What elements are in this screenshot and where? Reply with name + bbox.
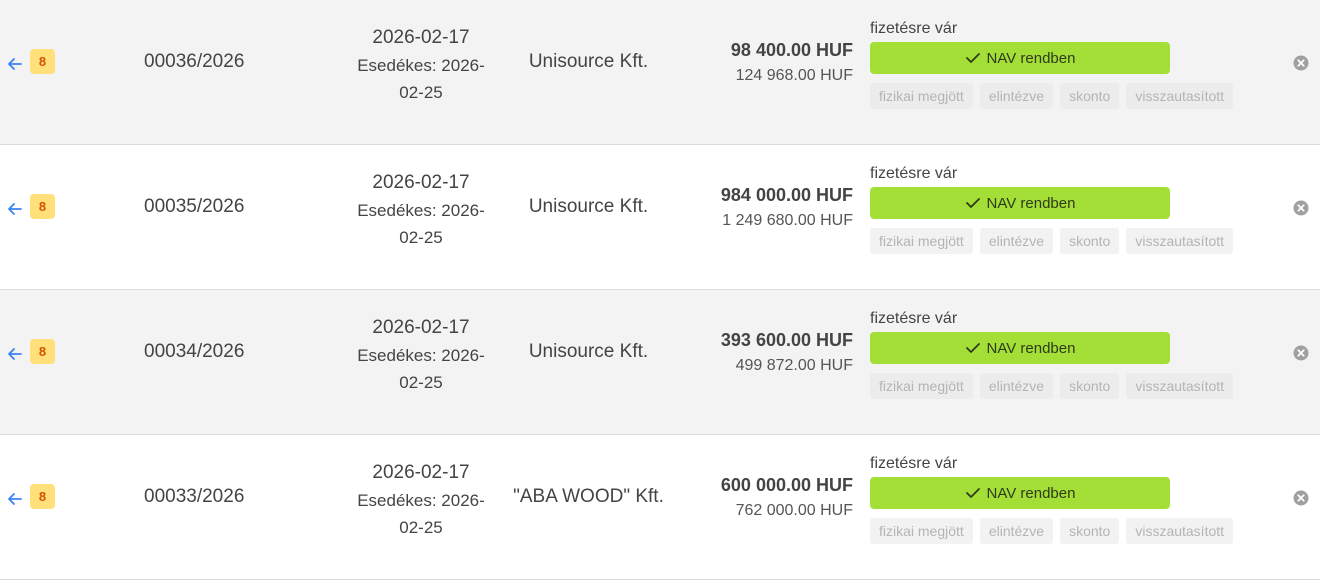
arrow-left-icon[interactable]	[6, 200, 24, 218]
chip-skonto[interactable]: skonto	[1060, 228, 1120, 254]
nav-status-label: NAV rendben	[986, 339, 1076, 357]
partner-name: "ABA WOOD" Kft.	[513, 486, 664, 507]
status-area: fizetésre vár NAV rendben fizikai megjöt…	[870, 163, 1270, 254]
count-badge: 8	[30, 194, 55, 219]
count-badge: 8	[30, 49, 55, 74]
invoice-row: 8 00034/2026 2026-02-17 Esedékes: 2026-0…	[0, 290, 1320, 435]
amounts: 393 600.00 HUF 499 872.00 HUF	[721, 328, 853, 378]
check-icon	[965, 53, 980, 63]
invoice-number: 00035/2026	[144, 196, 245, 217]
partner-name: Unisource Kft.	[528, 196, 649, 217]
net-amount: 98 400.00 HUF	[730, 40, 853, 60]
nav-status-label: NAV rendben	[986, 49, 1076, 67]
net-amount: 393 600.00 HUF	[720, 330, 853, 350]
amounts: 98 400.00 HUF 124 968.00 HUF	[731, 38, 853, 88]
tag-chips: fizikai megjött elintézve skonto visszau…	[870, 83, 1270, 109]
due-date: Esedékes: 2026-02-25	[357, 201, 485, 247]
invoice-list: 8 00036/2026 2026-02-17 Esedékes: 2026-0…	[0, 0, 1320, 580]
due-date: Esedékes: 2026-02-25	[357, 346, 485, 392]
close-circle-icon[interactable]	[1293, 55, 1309, 71]
invoice-dates: 2026-02-17 Esedékes: 2026-02-25	[350, 461, 492, 541]
count-badge: 8	[30, 484, 55, 509]
check-icon	[965, 198, 980, 208]
amounts: 984 000.00 HUF 1 249 680.00 HUF	[721, 183, 853, 233]
status-area: fizetésre vár NAV rendben fizikai megjöt…	[870, 308, 1270, 399]
count-badge: 8	[30, 339, 55, 364]
close-circle-icon[interactable]	[1293, 490, 1309, 506]
arrow-left-icon[interactable]	[6, 55, 24, 73]
chip-physical-arrived[interactable]: fizikai megjött	[870, 228, 973, 254]
partner-name: Unisource Kft.	[528, 341, 649, 362]
net-amount: 600 000.00 HUF	[720, 475, 853, 495]
issue-date: 2026-02-17	[372, 172, 470, 193]
chip-rejected[interactable]: visszautasított	[1126, 83, 1234, 109]
payment-status: fizetésre vár	[870, 310, 958, 327]
issue-date: 2026-02-17	[372, 462, 470, 483]
tag-chips: fizikai megjött elintézve skonto visszau…	[870, 373, 1270, 399]
invoice-row: 8 00033/2026 2026-02-17 Esedékes: 2026-0…	[0, 435, 1320, 580]
issue-date: 2026-02-17	[372, 317, 470, 338]
status-area: fizetésre vár NAV rendben fizikai megjöt…	[870, 453, 1270, 544]
chip-rejected[interactable]: visszautasított	[1126, 228, 1234, 254]
invoice-number: 00033/2026	[144, 486, 245, 507]
chip-physical-arrived[interactable]: fizikai megjött	[870, 373, 973, 399]
invoice-number: 00036/2026	[144, 51, 245, 72]
check-icon	[965, 488, 980, 498]
chip-physical-arrived[interactable]: fizikai megjött	[870, 83, 973, 109]
tag-chips: fizikai megjött elintézve skonto visszau…	[870, 518, 1270, 544]
nav-status-button[interactable]: NAV rendben	[870, 187, 1170, 219]
tag-chips: fizikai megjött elintézve skonto visszau…	[870, 228, 1270, 254]
close-circle-icon[interactable]	[1293, 200, 1309, 216]
gross-amount: 124 968.00 HUF	[735, 67, 853, 84]
invoice-dates: 2026-02-17 Esedékes: 2026-02-25	[350, 171, 492, 251]
invoice-row: 8 00036/2026 2026-02-17 Esedékes: 2026-0…	[0, 0, 1320, 145]
chip-done[interactable]: elintézve	[979, 373, 1054, 399]
nav-status-button[interactable]: NAV rendben	[870, 477, 1170, 509]
invoice-number: 00034/2026	[144, 341, 245, 362]
invoice-dates: 2026-02-17 Esedékes: 2026-02-25	[350, 26, 492, 106]
issue-date: 2026-02-17	[372, 27, 470, 48]
due-date: Esedékes: 2026-02-25	[357, 491, 485, 537]
status-area: fizetésre vár NAV rendben fizikai megjöt…	[870, 18, 1270, 109]
nav-status-label: NAV rendben	[986, 484, 1076, 502]
invoice-dates: 2026-02-17 Esedékes: 2026-02-25	[350, 316, 492, 396]
chip-rejected[interactable]: visszautasított	[1126, 518, 1234, 544]
chip-done[interactable]: elintézve	[979, 228, 1054, 254]
due-date: Esedékes: 2026-02-25	[357, 56, 485, 102]
chip-done[interactable]: elintézve	[979, 518, 1054, 544]
gross-amount: 1 249 680.00 HUF	[722, 212, 853, 229]
arrow-left-icon[interactable]	[6, 490, 24, 508]
chip-done[interactable]: elintézve	[979, 83, 1054, 109]
chip-skonto[interactable]: skonto	[1060, 518, 1120, 544]
invoice-row: 8 00035/2026 2026-02-17 Esedékes: 2026-0…	[0, 145, 1320, 290]
net-amount: 984 000.00 HUF	[720, 185, 853, 205]
chip-physical-arrived[interactable]: fizikai megjött	[870, 518, 973, 544]
nav-status-button[interactable]: NAV rendben	[870, 332, 1170, 364]
close-circle-icon[interactable]	[1293, 345, 1309, 361]
gross-amount: 762 000.00 HUF	[735, 502, 853, 519]
gross-amount: 499 872.00 HUF	[735, 357, 853, 374]
nav-status-button[interactable]: NAV rendben	[870, 42, 1170, 74]
nav-status-label: NAV rendben	[986, 194, 1076, 212]
arrow-left-icon[interactable]	[6, 345, 24, 363]
check-icon	[965, 343, 980, 353]
payment-status: fizetésre vár	[870, 165, 958, 182]
chip-rejected[interactable]: visszautasított	[1126, 373, 1234, 399]
payment-status: fizetésre vár	[870, 20, 958, 37]
chip-skonto[interactable]: skonto	[1060, 373, 1120, 399]
partner-name: Unisource Kft.	[528, 51, 649, 72]
payment-status: fizetésre vár	[870, 455, 958, 472]
amounts: 600 000.00 HUF 762 000.00 HUF	[721, 473, 853, 523]
chip-skonto[interactable]: skonto	[1060, 83, 1120, 109]
